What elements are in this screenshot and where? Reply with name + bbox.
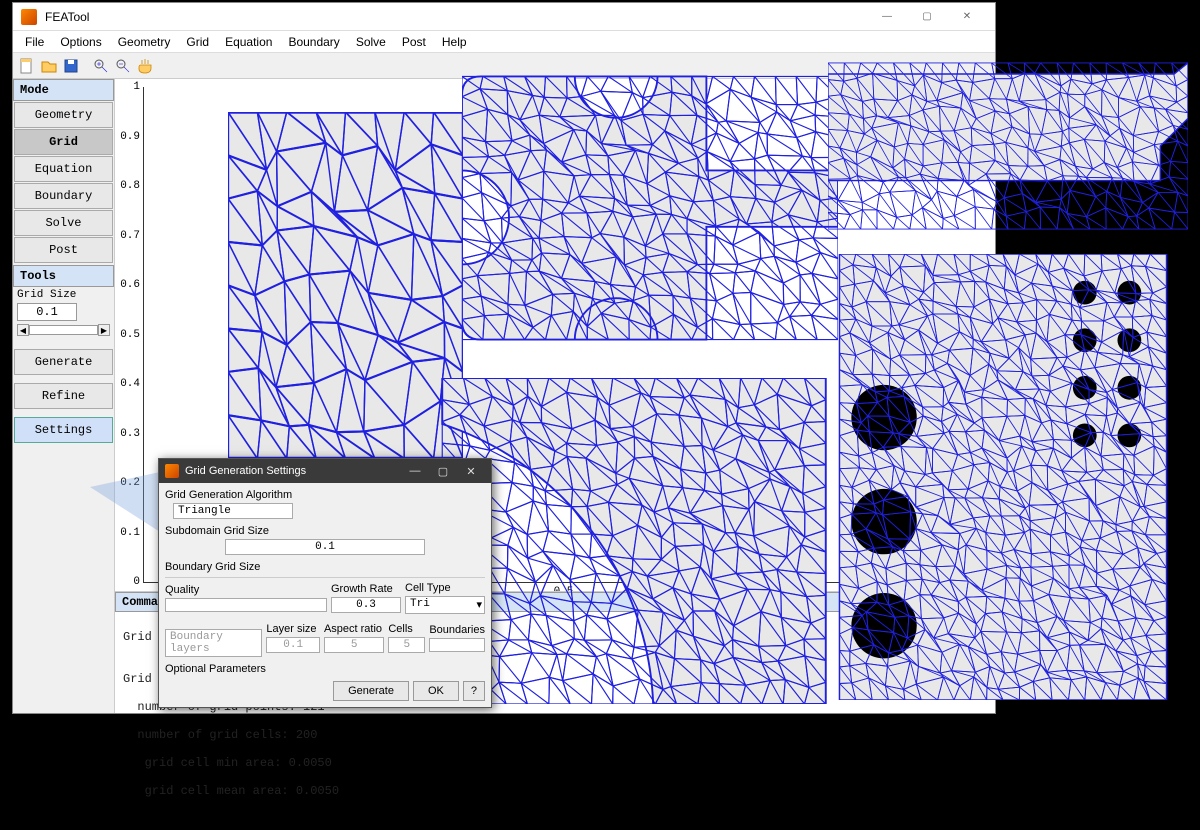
mesh-square [228, 112, 463, 459]
grid-size-slider[interactable]: ◀ ▶ [17, 323, 110, 337]
menu-help[interactable]: Help [434, 33, 475, 51]
close-button[interactable]: ✕ [947, 3, 987, 31]
ytick: 0.8 [116, 180, 140, 192]
cells-input[interactable]: 5 [388, 637, 425, 653]
growth-rate-input[interactable]: 0.3 [331, 597, 401, 613]
window-title: FEATool [45, 10, 867, 24]
menu-options[interactable]: Options [52, 33, 109, 51]
dialog-titlebar[interactable]: Grid Generation Settings — ▢ ✕ [159, 459, 491, 483]
mode-grid[interactable]: Grid [14, 129, 113, 155]
ytick: 0.3 [116, 428, 140, 440]
quality-label: Quality [165, 582, 327, 598]
tools-header: Tools [13, 265, 114, 287]
dialog-ok-button[interactable]: OK [413, 681, 459, 701]
menu-boundary[interactable]: Boundary [280, 33, 347, 51]
boundary-gridsize-label: Boundary Grid Size [165, 559, 485, 575]
boundaries-input[interactable] [429, 638, 485, 652]
dialog-maximize-button[interactable]: ▢ [429, 465, 457, 478]
ytick: 0 [116, 576, 140, 588]
layer-size-input[interactable]: 0.1 [266, 637, 320, 653]
dialog-help-button[interactable]: ? [463, 681, 485, 701]
grid-size-input[interactable] [17, 303, 77, 321]
menu-geometry[interactable]: Geometry [110, 33, 179, 51]
save-file-icon[interactable] [61, 56, 81, 76]
refine-button[interactable]: Refine [14, 383, 113, 409]
slider-right-icon[interactable]: ▶ [98, 324, 110, 336]
dialog-close-button[interactable]: ✕ [457, 465, 485, 478]
dialog-generate-button[interactable]: Generate [333, 681, 409, 701]
optional-params-label: Optional Parameters [165, 661, 485, 677]
ytick: 1 [116, 81, 140, 93]
menu-post[interactable]: Post [394, 33, 434, 51]
toolbar [13, 53, 995, 79]
zoom-in-icon[interactable] [91, 56, 111, 76]
ytick: 0.5 [116, 329, 140, 341]
boundaries-label: Boundaries [429, 622, 485, 638]
aspect-ratio-label: Aspect ratio [324, 621, 384, 637]
menu-grid[interactable]: Grid [178, 33, 217, 51]
grid-settings-dialog: Grid Generation Settings — ▢ ✕ Grid Gene… [158, 458, 492, 708]
celltype-label: Cell Type [405, 580, 485, 596]
generate-button[interactable]: Generate [14, 349, 113, 375]
menubar: File Options Geometry Grid Equation Boun… [13, 31, 995, 53]
maximize-button[interactable]: ▢ [907, 3, 947, 31]
menu-file[interactable]: File [17, 33, 52, 51]
growth-rate-label: Growth Rate [331, 581, 401, 597]
mode-geometry[interactable]: Geometry [14, 102, 113, 128]
mode-header: Mode [13, 79, 114, 101]
chevron-down-icon: ▾ [476, 598, 482, 612]
open-file-icon[interactable] [39, 56, 59, 76]
layer-size-label: Layer size [266, 621, 320, 637]
dialog-title: Grid Generation Settings [185, 465, 306, 477]
ytick: 0.4 [116, 378, 140, 390]
settings-button[interactable]: Settings [14, 417, 113, 443]
quality-input[interactable] [165, 598, 327, 612]
ytick: 0.9 [116, 131, 140, 143]
slider-left-icon[interactable]: ◀ [17, 324, 29, 336]
settings-callout [90, 472, 160, 532]
algorithm-label: Grid Generation Algorithm [165, 487, 485, 503]
mode-boundary[interactable]: Boundary [14, 183, 113, 209]
dialog-minimize-button[interactable]: — [401, 465, 429, 477]
titlebar: FEATool — ▢ ✕ [13, 3, 995, 31]
sidebar: Mode Geometry Grid Equation Boundary Sol… [13, 79, 115, 713]
ytick: 0.6 [116, 279, 140, 291]
zoom-out-icon[interactable] [113, 56, 133, 76]
subdomain-input[interactable]: 0.1 [225, 539, 425, 555]
celltype-select[interactable]: Tri▾ [405, 596, 485, 614]
boundary-layers-input[interactable]: Boundary layers [165, 629, 262, 657]
aspect-ratio-input[interactable]: 5 [324, 637, 384, 653]
menu-equation[interactable]: Equation [217, 33, 280, 51]
minimize-button[interactable]: — [867, 3, 907, 31]
grid-size-label: Grid Size [13, 287, 114, 303]
dialog-icon [165, 464, 179, 478]
cells-label: Cells [388, 621, 425, 637]
menu-solve[interactable]: Solve [348, 33, 394, 51]
pan-icon[interactable] [135, 56, 155, 76]
new-file-icon[interactable] [17, 56, 37, 76]
mode-post[interactable]: Post [14, 237, 113, 263]
mode-solve[interactable]: Solve [14, 210, 113, 236]
mode-equation[interactable]: Equation [14, 156, 113, 182]
ytick: 0.7 [116, 230, 140, 242]
app-icon [21, 9, 37, 25]
algorithm-select[interactable]: Triangle [173, 503, 293, 519]
subdomain-label: Subdomain Grid Size [165, 523, 485, 539]
